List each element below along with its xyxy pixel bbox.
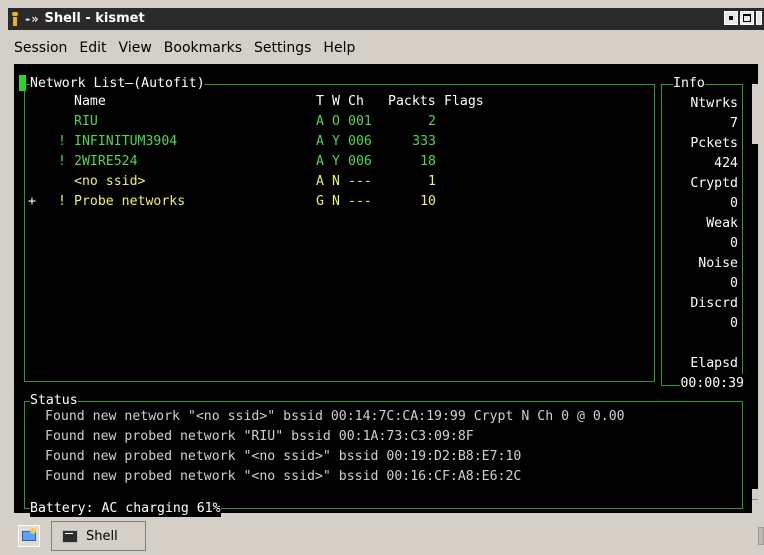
menu-bar: Session Edit View Bookmarks Settings Hel… [14,34,764,62]
network-channel: --- [348,194,372,209]
network-channel: 006 [348,154,372,169]
status-line: Found new network "<no ssid>" bssid 00:1… [45,409,625,424]
terminal-area[interactable]: Network List—(Autofit) Name T W Ch Packt… [14,64,758,518]
info-elapsed-label: Elapsd [690,356,738,371]
row-flag-bang: ! [58,194,66,209]
header-wep: W [332,94,340,109]
status-line: Found new probed network "<no ssid>" bss… [45,449,522,464]
network-channel: 001 [348,114,372,129]
menu-edit[interactable]: Edit [79,40,106,56]
info-label: Pckets [690,136,738,151]
terminal-icon [62,529,78,543]
info-label: Ntwrks [690,96,738,111]
app-menu-icon[interactable] [10,11,20,26]
network-wep: Y [332,134,340,149]
info-value: 0 [730,276,738,291]
header-flags: Flags [444,94,484,109]
header-type: T [316,94,324,109]
taskbar-task-label: Shell [86,528,118,544]
network-type: A [316,134,324,149]
info-label: Weak [706,216,738,231]
network-packets: 2 [428,114,436,129]
row-marker: + [28,194,36,209]
maximize-button[interactable] [740,11,754,25]
battery-status: Battery: AC charging 61% [30,500,221,518]
network-type: A [316,154,324,169]
window-titlebar[interactable]: -» Shell - kismet [8,8,764,30]
network-list-title: Network List—(Autofit) [30,75,205,93]
menu-view[interactable]: View [119,40,152,56]
terminal-cursor [19,75,26,91]
network-packets: 10 [420,194,436,209]
network-name: RIU [74,114,98,129]
info-value: 0 [730,196,738,211]
row-flag-bang: ! [58,154,66,169]
desktop-launcher-icon[interactable] [18,525,40,547]
network-type: A [316,114,324,129]
status-line: Found new probed network "RIU" bssid 00:… [45,429,474,444]
status-line: Found new probed network "<no ssid>" bss… [45,469,522,484]
taskbar-task-shell[interactable]: Shell [51,521,146,551]
konsole-icon: -» [24,11,39,26]
network-packets: 18 [420,154,436,169]
info-value: 0 [730,316,738,331]
network-packets: 333 [412,134,436,149]
minimize-button[interactable] [724,11,738,25]
header-packets: Packts [388,94,436,109]
menu-session[interactable]: Session [14,40,67,56]
header-name: Name [74,94,106,109]
network-type: A [316,174,324,189]
scrollbar-edge[interactable] [752,84,758,144]
scroll-tick [752,499,758,500]
tray-edge[interactable] [758,527,764,545]
network-wep: N [332,194,340,209]
network-name: <no ssid> [74,174,146,189]
network-wep: O [332,114,340,129]
info-value: 7 [730,116,738,131]
menu-help[interactable]: Help [323,40,355,56]
network-wep: N [332,174,340,189]
menu-bookmarks[interactable]: Bookmarks [164,40,242,56]
network-wep: Y [332,154,340,169]
network-name: Probe networks [74,194,186,209]
network-channel: 006 [348,134,372,149]
info-label: Discrd [690,296,738,311]
close-button[interactable] [756,11,762,25]
info-value: 424 [714,156,738,171]
network-name: 2WIRE524 [74,154,138,169]
header-channel: Ch [348,94,364,109]
info-value: 0 [730,236,738,251]
info-elapsed-value: 00:00:39 [680,374,744,394]
taskbar: Shell [8,517,764,555]
info-label: Cryptd [690,176,738,191]
network-channel: --- [348,174,372,189]
info-title: Info [673,75,705,93]
window-title: Shell - kismet [44,11,145,26]
scrollbar-edge-lower[interactable] [752,489,758,513]
network-name: INFINITUM3904 [74,134,178,149]
menu-settings[interactable]: Settings [254,40,311,56]
row-flag-bang: ! [58,134,66,149]
network-type: G [316,194,324,209]
info-label: Noise [698,256,738,271]
network-list-header: Name T W Ch Packts Flags [14,92,484,112]
network-packets: 1 [428,174,436,189]
